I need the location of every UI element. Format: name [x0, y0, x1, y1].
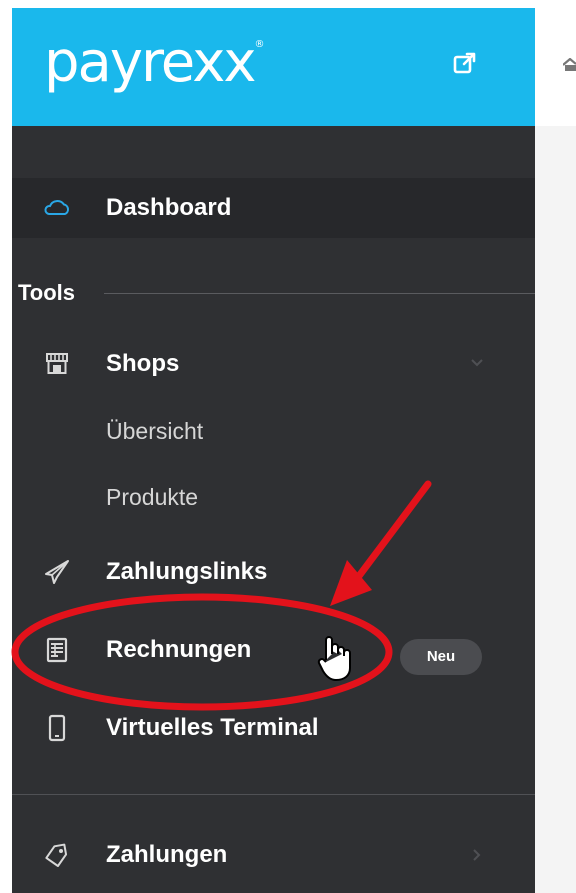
paper-plane-icon [45, 560, 69, 584]
cloud-icon [44, 200, 70, 215]
sidebar-subitem-produkte[interactable]: Produkte [106, 484, 198, 511]
sidebar-item-label: Zahlungslinks [106, 558, 268, 585]
sidebar-subitem-uebersicht[interactable]: Übersicht [106, 418, 203, 445]
sidebar-item-label: Zahlungen [106, 841, 228, 868]
home-icon[interactable] [563, 58, 576, 72]
sidebar-item-label: Virtuelles Terminal [106, 714, 319, 741]
chevron-right-icon[interactable] [470, 848, 484, 862]
sidebar: payrexx® Dashboard Tools Shops Übersicht… [12, 8, 535, 893]
sidebar-item-label: Dashboard [106, 194, 232, 221]
brand-header: payrexx® [12, 8, 535, 126]
storefront-icon [46, 353, 68, 374]
section-title-tools: Tools [18, 280, 76, 305]
sidebar-item-shops[interactable]: Shops [12, 334, 535, 394]
sidebar-item-zahlungslinks[interactable]: Zahlungslinks [12, 542, 535, 602]
sidebar-item-dashboard[interactable]: Dashboard [12, 178, 535, 238]
chevron-down-icon[interactable] [470, 356, 484, 370]
sidebar-item-label: Shops [106, 350, 180, 377]
tablet-icon [48, 714, 66, 742]
payrexx-logo[interactable]: payrexx® [44, 30, 265, 95]
sidebar-divider [12, 794, 535, 795]
sidebar-item-label: Rechnungen [106, 636, 252, 663]
section-divider [104, 293, 535, 294]
tag-icon [45, 843, 68, 868]
sidebar-item-zahlungen[interactable]: Zahlungen [12, 825, 535, 885]
main-content-area [535, 8, 576, 893]
sidebar-item-virtuelles-terminal[interactable]: Virtuelles Terminal [12, 698, 535, 758]
new-badge: Neu [400, 639, 482, 675]
invoice-icon [46, 637, 68, 663]
main-header [535, 8, 576, 126]
external-link-icon[interactable] [452, 50, 478, 76]
